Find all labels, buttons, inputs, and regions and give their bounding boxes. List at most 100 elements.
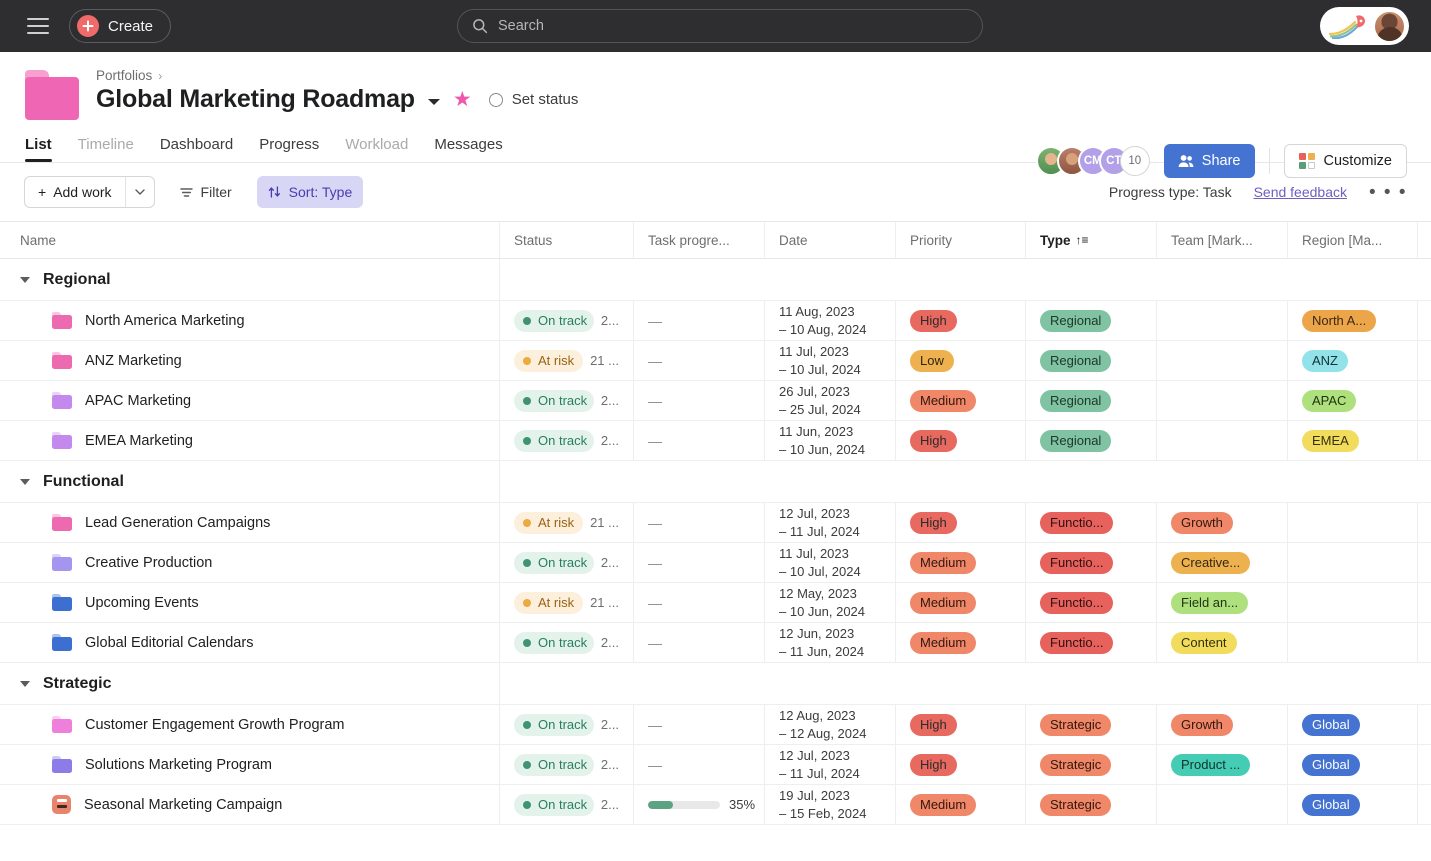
date-range[interactable]: 12 Jul, 2023– 11 Jul, 2024: [779, 505, 860, 540]
breadcrumb[interactable]: Portfolios ›: [96, 68, 578, 83]
team-badge[interactable]: Content: [1171, 631, 1237, 654]
cell-team[interactable]: Growth: [1157, 503, 1288, 542]
column-header-status[interactable]: Status: [500, 222, 634, 258]
more-options-icon[interactable]: • • •: [1369, 183, 1407, 202]
item-name[interactable]: Upcoming Events: [85, 595, 199, 611]
date-range[interactable]: 12 Jun, 2023– 11 Jun, 2024: [779, 625, 864, 660]
cell-region[interactable]: Global: [1288, 705, 1418, 744]
cell-status[interactable]: At risk 21 ...: [500, 503, 634, 542]
cell-progress[interactable]: —: [634, 745, 765, 784]
cell-date[interactable]: 11 Aug, 2023– 10 Aug, 2024: [765, 301, 896, 340]
cell-owner[interactable]: A: [1418, 543, 1431, 582]
cell-team[interactable]: Creative...: [1157, 543, 1288, 582]
collapse-caret-icon[interactable]: [20, 478, 30, 485]
team-badge[interactable]: Growth: [1171, 511, 1233, 534]
cell-region[interactable]: [1288, 543, 1418, 582]
cell-type[interactable]: Functio...: [1026, 503, 1157, 542]
cell-name[interactable]: Solutions Marketing Program: [0, 745, 500, 784]
cell-region[interactable]: Global: [1288, 745, 1418, 784]
date-range[interactable]: 11 Jun, 2023– 10 Jun, 2024: [779, 423, 865, 458]
cell-progress[interactable]: —: [634, 301, 765, 340]
cell-date[interactable]: 11 Jun, 2023– 10 Jun, 2024: [765, 421, 896, 460]
table-row[interactable]: North America Marketing On track 2... — 11 A…: [0, 301, 1431, 341]
cell-owner[interactable]: [1418, 785, 1431, 824]
item-name[interactable]: Lead Generation Campaigns: [85, 515, 270, 531]
add-work-main[interactable]: + Add work: [25, 177, 125, 207]
cell-date[interactable]: 11 Jul, 2023– 10 Jul, 2024: [765, 341, 896, 380]
cell-progress[interactable]: 35%: [634, 785, 765, 824]
cell-type[interactable]: Functio...: [1026, 543, 1157, 582]
tab-list[interactable]: List: [25, 136, 52, 162]
type-badge[interactable]: Regional: [1040, 389, 1112, 412]
status-badge[interactable]: On track: [514, 793, 594, 816]
cell-owner[interactable]: L: [1418, 421, 1431, 460]
item-name[interactable]: Creative Production: [85, 555, 212, 571]
table-row[interactable]: Lead Generation Campaigns At risk 21 ... — 1…: [0, 503, 1431, 543]
type-badge[interactable]: Functio...: [1040, 511, 1114, 534]
status-badge[interactable]: At risk: [514, 511, 584, 534]
cell-owner[interactable]: C: [1418, 301, 1431, 340]
status-badge[interactable]: On track: [514, 429, 594, 452]
item-name[interactable]: North America Marketing: [85, 313, 245, 329]
status-badge[interactable]: On track: [514, 551, 594, 574]
cell-region[interactable]: [1288, 503, 1418, 542]
date-range[interactable]: 11 Jul, 2023– 10 Jul, 2024: [779, 545, 861, 580]
cell-progress[interactable]: —: [634, 543, 765, 582]
type-badge[interactable]: Strategic: [1040, 713, 1112, 736]
date-range[interactable]: 19 Jul, 2023– 15 Feb, 2024: [779, 787, 866, 822]
table-row[interactable]: Global Editorial Calendars On track 2... — 1…: [0, 623, 1431, 663]
breadcrumb-portfolios[interactable]: Portfolios: [96, 68, 152, 83]
column-header-date[interactable]: Date: [765, 222, 896, 258]
cell-name[interactable]: Seasonal Marketing Campaign: [0, 785, 500, 824]
cell-status[interactable]: On track 2...: [500, 705, 634, 744]
cell-status[interactable]: On track 2...: [500, 785, 634, 824]
table-row[interactable]: APAC Marketing On track 2... — 26 Jul, 2023–…: [0, 381, 1431, 421]
cell-owner[interactable]: S: [1418, 745, 1431, 784]
date-range[interactable]: 12 Aug, 2023– 12 Aug, 2024: [779, 707, 866, 742]
cell-date[interactable]: 12 May, 2023– 10 Jun, 2024: [765, 583, 896, 622]
cell-team[interactable]: [1157, 301, 1288, 340]
table-row[interactable]: Upcoming Events At risk 21 ... — 12 May, 202…: [0, 583, 1431, 623]
region-badge[interactable]: North A...: [1302, 309, 1377, 332]
team-badge[interactable]: Growth: [1171, 713, 1233, 736]
column-header-name[interactable]: Name: [0, 222, 500, 258]
collapse-caret-icon[interactable]: [20, 680, 30, 687]
cell-name[interactable]: Global Editorial Calendars: [0, 623, 500, 662]
priority-badge[interactable]: Medium: [910, 631, 977, 654]
filter-button[interactable]: Filter: [169, 176, 243, 208]
cell-region[interactable]: North A...: [1288, 301, 1418, 340]
cell-date[interactable]: 26 Jul, 2023– 25 Jul, 2024: [765, 381, 896, 420]
table-row[interactable]: Creative Production On track 2... — 11 Jul, …: [0, 543, 1431, 583]
region-badge[interactable]: Global: [1302, 753, 1360, 776]
date-range[interactable]: 12 May, 2023– 10 Jun, 2024: [779, 585, 865, 620]
type-badge[interactable]: Functio...: [1040, 551, 1114, 574]
date-range[interactable]: 11 Aug, 2023– 10 Aug, 2024: [779, 303, 866, 338]
cell-region[interactable]: Global: [1288, 785, 1418, 824]
cell-priority[interactable]: Medium: [896, 381, 1026, 420]
cell-team[interactable]: [1157, 341, 1288, 380]
type-badge[interactable]: Functio...: [1040, 591, 1114, 614]
tab-dashboard[interactable]: Dashboard: [160, 136, 233, 162]
item-name[interactable]: ANZ Marketing: [85, 353, 182, 369]
status-badge[interactable]: On track: [514, 309, 594, 332]
cell-date[interactable]: 12 Jun, 2023– 11 Jun, 2024: [765, 623, 896, 662]
type-badge[interactable]: Strategic: [1040, 753, 1112, 776]
status-badge[interactable]: At risk: [514, 591, 584, 614]
cell-name[interactable]: ANZ Marketing: [0, 341, 500, 380]
cell-status[interactable]: At risk 21 ...: [500, 341, 634, 380]
column-header-owner[interactable]: O: [1418, 222, 1431, 258]
cell-region[interactable]: ANZ: [1288, 341, 1418, 380]
cell-type[interactable]: Functio...: [1026, 583, 1157, 622]
cell-type[interactable]: Strategic: [1026, 785, 1157, 824]
cell-type[interactable]: Regional: [1026, 301, 1157, 340]
avatar[interactable]: [1374, 10, 1405, 42]
send-feedback-link[interactable]: Send feedback: [1254, 184, 1347, 200]
item-name[interactable]: Customer Engagement Growth Program: [85, 717, 345, 733]
cell-progress[interactable]: —: [634, 341, 765, 380]
cell-name[interactable]: North America Marketing: [0, 301, 500, 340]
cell-progress[interactable]: —: [634, 503, 765, 542]
cell-team[interactable]: Field an...: [1157, 583, 1288, 622]
team-badge[interactable]: Product ...: [1171, 753, 1251, 776]
priority-badge[interactable]: High: [910, 713, 957, 736]
table-row[interactable]: Customer Engagement Growth Program On tra…: [0, 705, 1431, 745]
